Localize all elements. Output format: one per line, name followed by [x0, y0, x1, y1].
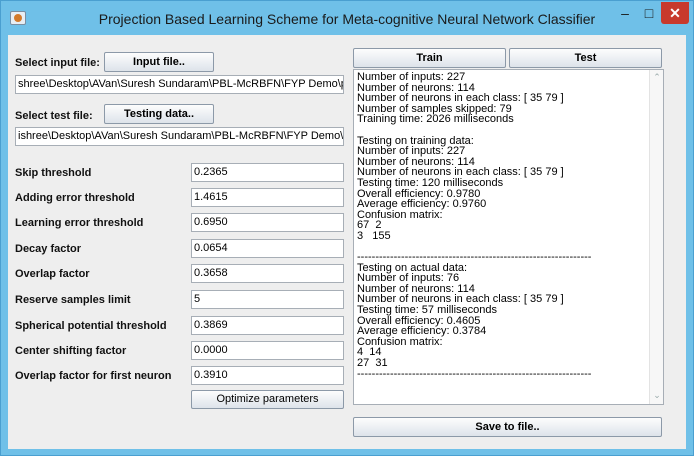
optimize-parameters-button[interactable]: Optimize parameters	[191, 390, 344, 409]
input-file-button[interactable]: Input file..	[104, 52, 214, 72]
overlap-factor-input[interactable]: 0.3658	[191, 264, 344, 283]
adding-error-threshold-label: Adding error threshold	[15, 192, 135, 204]
window-title: Projection Based Learning Scheme for Met…	[98, 11, 596, 27]
output-text-area[interactable]: Number of inputs: 227 Number of neurons:…	[353, 69, 664, 405]
title-bar[interactable]: Projection Based Learning Scheme for Met…	[1, 1, 693, 35]
test-file-path-field[interactable]: ishree\Desktop\AVan\Suresh Sundaram\PBL-…	[15, 127, 344, 146]
testing-data-button[interactable]: Testing data..	[104, 104, 214, 124]
input-file-path-field[interactable]: shree\Desktop\AVan\Suresh Sundaram\PBL-M…	[15, 75, 344, 94]
vertical-scrollbar[interactable]: ⌃ ⌄	[649, 70, 663, 404]
save-to-file-button[interactable]: Save to file..	[353, 417, 662, 437]
decay-factor-label: Decay factor	[15, 243, 82, 255]
spherical-potential-threshold-label: Spherical potential threshold	[15, 320, 167, 332]
adding-error-threshold-input[interactable]: 1.4615	[191, 188, 344, 207]
scroll-up-icon[interactable]: ⌃	[650, 72, 663, 84]
maximize-button[interactable]: □	[638, 2, 660, 24]
center-shifting-factor-label: Center shifting factor	[15, 345, 127, 357]
spherical-potential-threshold-input[interactable]: 0.3869	[191, 316, 344, 335]
reserve-samples-limit-input[interactable]: 5	[191, 290, 344, 309]
test-button[interactable]: Test	[509, 48, 662, 68]
skip-threshold-label: Skip threshold	[15, 167, 92, 179]
close-button[interactable]: ✕	[661, 2, 689, 24]
decay-factor-input[interactable]: 0.0654	[191, 239, 344, 258]
skip-threshold-input[interactable]: 0.2365	[191, 163, 344, 182]
overlap-factor-label: Overlap factor	[15, 268, 90, 280]
train-button[interactable]: Train	[353, 48, 506, 68]
main-panel: Select input file: Input file.. shree\De…	[8, 35, 686, 449]
learning-error-threshold-input[interactable]: 0.6950	[191, 213, 344, 232]
learning-error-threshold-label: Learning error threshold	[15, 217, 144, 229]
overlap-factor-first-neuron-input[interactable]: 0.3910	[191, 366, 344, 385]
app-window: Projection Based Learning Scheme for Met…	[0, 0, 694, 456]
output-log: Number of inputs: 227 Number of neurons:…	[357, 71, 592, 380]
overlap-factor-first-neuron-label: Overlap factor for first neuron	[15, 370, 172, 382]
reserve-samples-limit-label: Reserve samples limit	[15, 294, 131, 306]
center-shifting-factor-input[interactable]: 0.0000	[191, 341, 344, 360]
select-test-file-label: Select test file:	[15, 110, 93, 122]
scroll-down-icon[interactable]: ⌄	[650, 390, 663, 402]
select-input-file-label: Select input file:	[15, 57, 100, 69]
minimize-button[interactable]: –	[612, 2, 638, 24]
